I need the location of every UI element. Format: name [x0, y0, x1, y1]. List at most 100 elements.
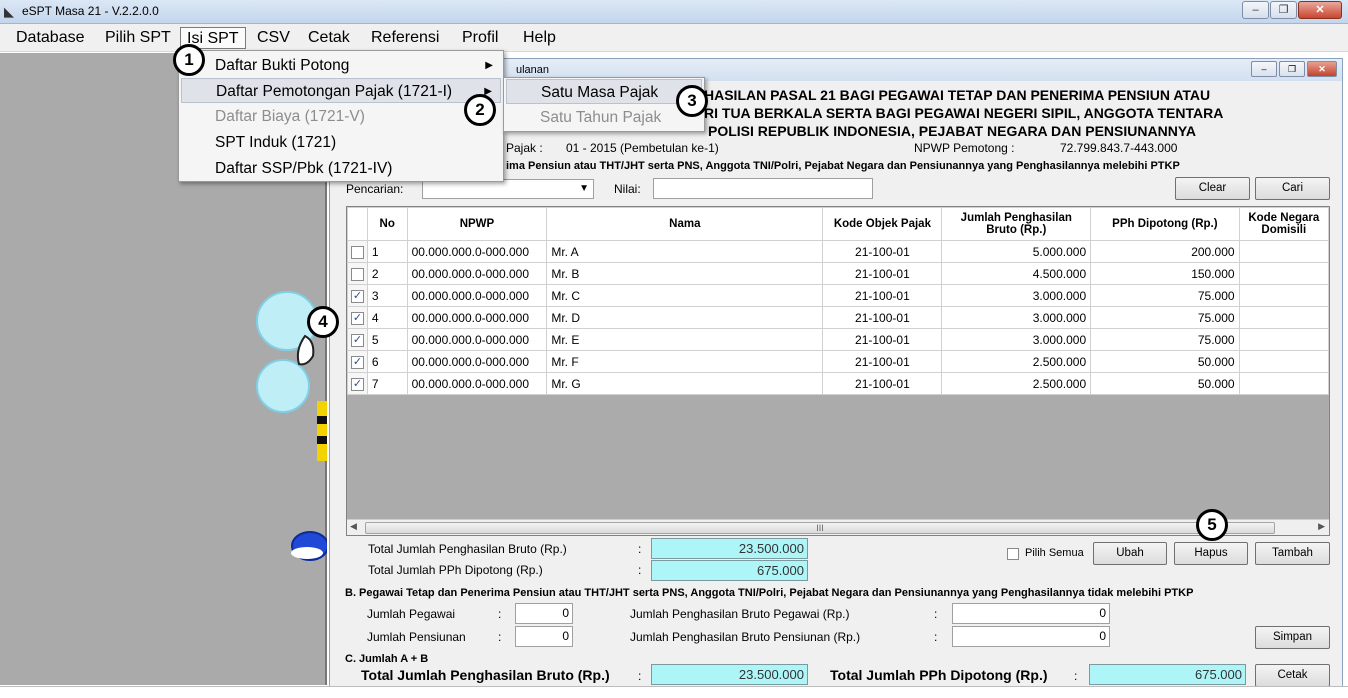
menu-pilih-spt[interactable]: Pilih SPT [99, 27, 177, 49]
cell-pph: 75.000 [1090, 284, 1240, 307]
table-row[interactable]: 2 00.000.000.0-000.000 Mr. B 21-100-01 4.500… [347, 262, 1329, 285]
chevron-down-icon: ▼ [579, 183, 589, 194]
table-row[interactable]: 1 00.000.000.0-000.000 Mr. A 21-100-01 5.000… [347, 240, 1329, 263]
menu-csv[interactable]: CSV [251, 27, 296, 49]
minimize-button[interactable]: ‒ [1242, 1, 1269, 19]
menu-profil[interactable]: Profil [456, 27, 504, 49]
row-select-checkbox[interactable]: ✓ [347, 350, 368, 373]
bruto-pegawai-colon: : [934, 607, 938, 621]
cetak-button[interactable]: Cetak [1255, 664, 1330, 687]
bruto-pegawai-input[interactable]: 0 [952, 603, 1110, 624]
cell-pph: 50.000 [1090, 350, 1240, 373]
cell-pph: 50.000 [1090, 372, 1240, 395]
grand-total-bruto-label: Total Jumlah Penghasilan Bruto (Rp.) [361, 667, 610, 683]
npwp-pemotong-label: NPWP Pemotong : [914, 141, 1015, 155]
callout-3: 3 [676, 85, 708, 117]
npwp-pemotong-value: 72.799.843.7-443.000 [1060, 141, 1178, 155]
bruto-pensiunan-input[interactable]: 0 [952, 626, 1110, 647]
cell-kode-negara [1238, 306, 1329, 329]
cell-bruto: 4.500.000 [941, 262, 1092, 285]
total-bruto-label: Total Jumlah Penghasilan Bruto (Rp.) [368, 542, 567, 556]
jumlah-pensiunan-input[interactable]: 0 [515, 626, 573, 647]
cell-bruto: 2.500.000 [941, 350, 1092, 373]
section-a-title: ima Pensiun atau THT/JHT serta PNS, Angg… [506, 160, 1180, 172]
checkbox-checked-icon[interactable]: ✓ [350, 333, 364, 347]
grand-total-bruto-value: 23.500.000 [651, 664, 808, 685]
menu-bar: Database Pilih SPT Isi SPT CSV Cetak Ref… [0, 24, 1348, 52]
menu-item-daftar-biaya: Daftar Biaya (1721-V) [215, 108, 365, 125]
grid-header-nama[interactable]: Nama [546, 207, 824, 241]
pencarian-dropdown[interactable]: ▼ [422, 179, 594, 199]
section-c-title: C. Jumlah A + B [345, 653, 429, 665]
table-row[interactable]: ✓ 7 00.000.000.0-000.000 Mr. G 21-100-01 2.50… [347, 372, 1329, 395]
checkbox-unchecked-icon[interactable] [350, 245, 364, 259]
close-button[interactable]: ✕ [1298, 1, 1342, 19]
jumlah-pegawai-colon: : [498, 607, 502, 621]
pilih-semua-label: Pilih Semua [1025, 547, 1084, 559]
total-bruto-colon: : [638, 542, 642, 556]
table-row[interactable]: ✓ 6 00.000.000.0-000.000 Mr. F 21-100-01 2.50… [347, 350, 1329, 373]
table-row[interactable]: ✓ 3 00.000.000.0-000.000 Mr. C 21-100-01 3.00… [347, 284, 1329, 307]
child-close-button[interactable]: ✕ [1307, 61, 1337, 77]
row-select-checkbox[interactable] [347, 240, 368, 263]
nilai-input[interactable] [653, 178, 873, 199]
grid-header-kode-objek[interactable]: Kode Objek Pajak [822, 207, 943, 241]
pemotongan-submenu: Satu Masa Pajak Satu Tahun Pajak [503, 77, 705, 132]
pencarian-label: Pencarian: [346, 182, 404, 196]
row-select-checkbox[interactable]: ✓ [347, 306, 368, 329]
cell-no: 3 [366, 284, 408, 307]
menu-item-satu-masa-pajak[interactable]: Satu Masa Pajak [506, 79, 702, 104]
grid-header-no[interactable]: No [366, 207, 408, 241]
row-select-checkbox[interactable]: ✓ [347, 328, 368, 351]
grid-header-npwp[interactable]: NPWP [406, 207, 548, 241]
scroll-right-icon[interactable]: ▶ [1318, 521, 1325, 532]
checkbox-checked-icon[interactable]: ✓ [350, 355, 364, 369]
menu-item-daftar-ssp-pbk[interactable]: Daftar SSP/Pbk (1721-IV) [181, 156, 501, 181]
jumlah-pegawai-input[interactable]: 0 [515, 603, 573, 624]
window-title: eSPT Masa 21 - V.2.2.0.0 [22, 4, 159, 18]
checkbox-unchecked-icon[interactable] [350, 267, 364, 281]
menu-referensi[interactable]: Referensi [365, 27, 445, 49]
checkbox-checked-icon[interactable]: ✓ [350, 377, 364, 391]
row-select-checkbox[interactable]: ✓ [347, 372, 368, 395]
cell-npwp: 00.000.000.0-000.000 [406, 350, 548, 373]
tambah-button[interactable]: Tambah [1255, 542, 1330, 565]
menu-help[interactable]: Help [517, 27, 562, 49]
table-row[interactable]: ✓ 4 00.000.000.0-000.000 Mr. D 21-100-01 3.00… [347, 306, 1329, 329]
menu-item-satu-tahun-pajak: Satu Tahun Pajak [540, 109, 662, 126]
hapus-button[interactable]: Hapus [1174, 542, 1248, 565]
section-b-title: B. Pegawai Tetap dan Penerima Pensiun at… [345, 587, 1194, 599]
menu-item-daftar-pemotongan-pajak[interactable]: Daftar Pemotongan Pajak (1721-I) ▶ [181, 78, 501, 103]
grid-header-row: No NPWP Nama Kode Objek Pajak Jumlah Pen… [347, 207, 1329, 241]
cell-kode-negara [1238, 372, 1329, 395]
cell-kode-negara [1238, 262, 1329, 285]
cari-button[interactable]: Cari [1255, 177, 1330, 200]
menu-item-daftar-bukti-potong[interactable]: Daftar Bukti Potong ▶ [181, 53, 501, 78]
child-minimize-button[interactable]: ‒ [1251, 61, 1277, 77]
horizontal-scrollbar[interactable]: ◀ III ▶ [347, 519, 1329, 535]
ubah-button[interactable]: Ubah [1093, 542, 1167, 565]
simpan-button[interactable]: Simpan [1255, 626, 1330, 649]
maximize-button[interactable]: ❐ [1270, 1, 1297, 19]
row-select-checkbox[interactable]: ✓ [347, 284, 368, 307]
scroll-left-icon[interactable]: ◀ [350, 521, 357, 532]
menu-cetak[interactable]: Cetak [302, 27, 356, 49]
table-row[interactable]: ✓ 5 00.000.000.0-000.000 Mr. E 21-100-01 3.00… [347, 328, 1329, 351]
grid-header-kode-negara[interactable]: Kode Negara Domisili [1238, 207, 1329, 241]
child-maximize-button[interactable]: ❐ [1279, 61, 1305, 77]
checkbox-checked-icon[interactable]: ✓ [350, 311, 364, 325]
scroll-thumb[interactable]: III [365, 522, 1275, 534]
grid-header-bruto[interactable]: Jumlah Penghasilan Bruto (Rp.) [941, 207, 1092, 241]
form-heading: HASILAN PASAL 21 BAGI PEGAWAI TETAP DAN … [704, 86, 1223, 140]
clear-button[interactable]: Clear [1175, 177, 1250, 200]
cell-bruto: 3.000.000 [941, 306, 1092, 329]
menu-item-spt-induk[interactable]: SPT Induk (1721) [181, 130, 501, 155]
cell-pph: 75.000 [1090, 306, 1240, 329]
cell-kode-negara [1238, 350, 1329, 373]
row-select-checkbox[interactable] [347, 262, 368, 285]
checkbox-checked-icon[interactable]: ✓ [350, 289, 364, 303]
grid-header-pph[interactable]: PPh Dipotong (Rp.) [1090, 207, 1240, 241]
menu-database[interactable]: Database [10, 27, 91, 49]
grid-table: No NPWP Nama Kode Objek Pajak Jumlah Pen… [347, 207, 1329, 395]
pilih-semua-checkbox[interactable] [1007, 548, 1019, 560]
